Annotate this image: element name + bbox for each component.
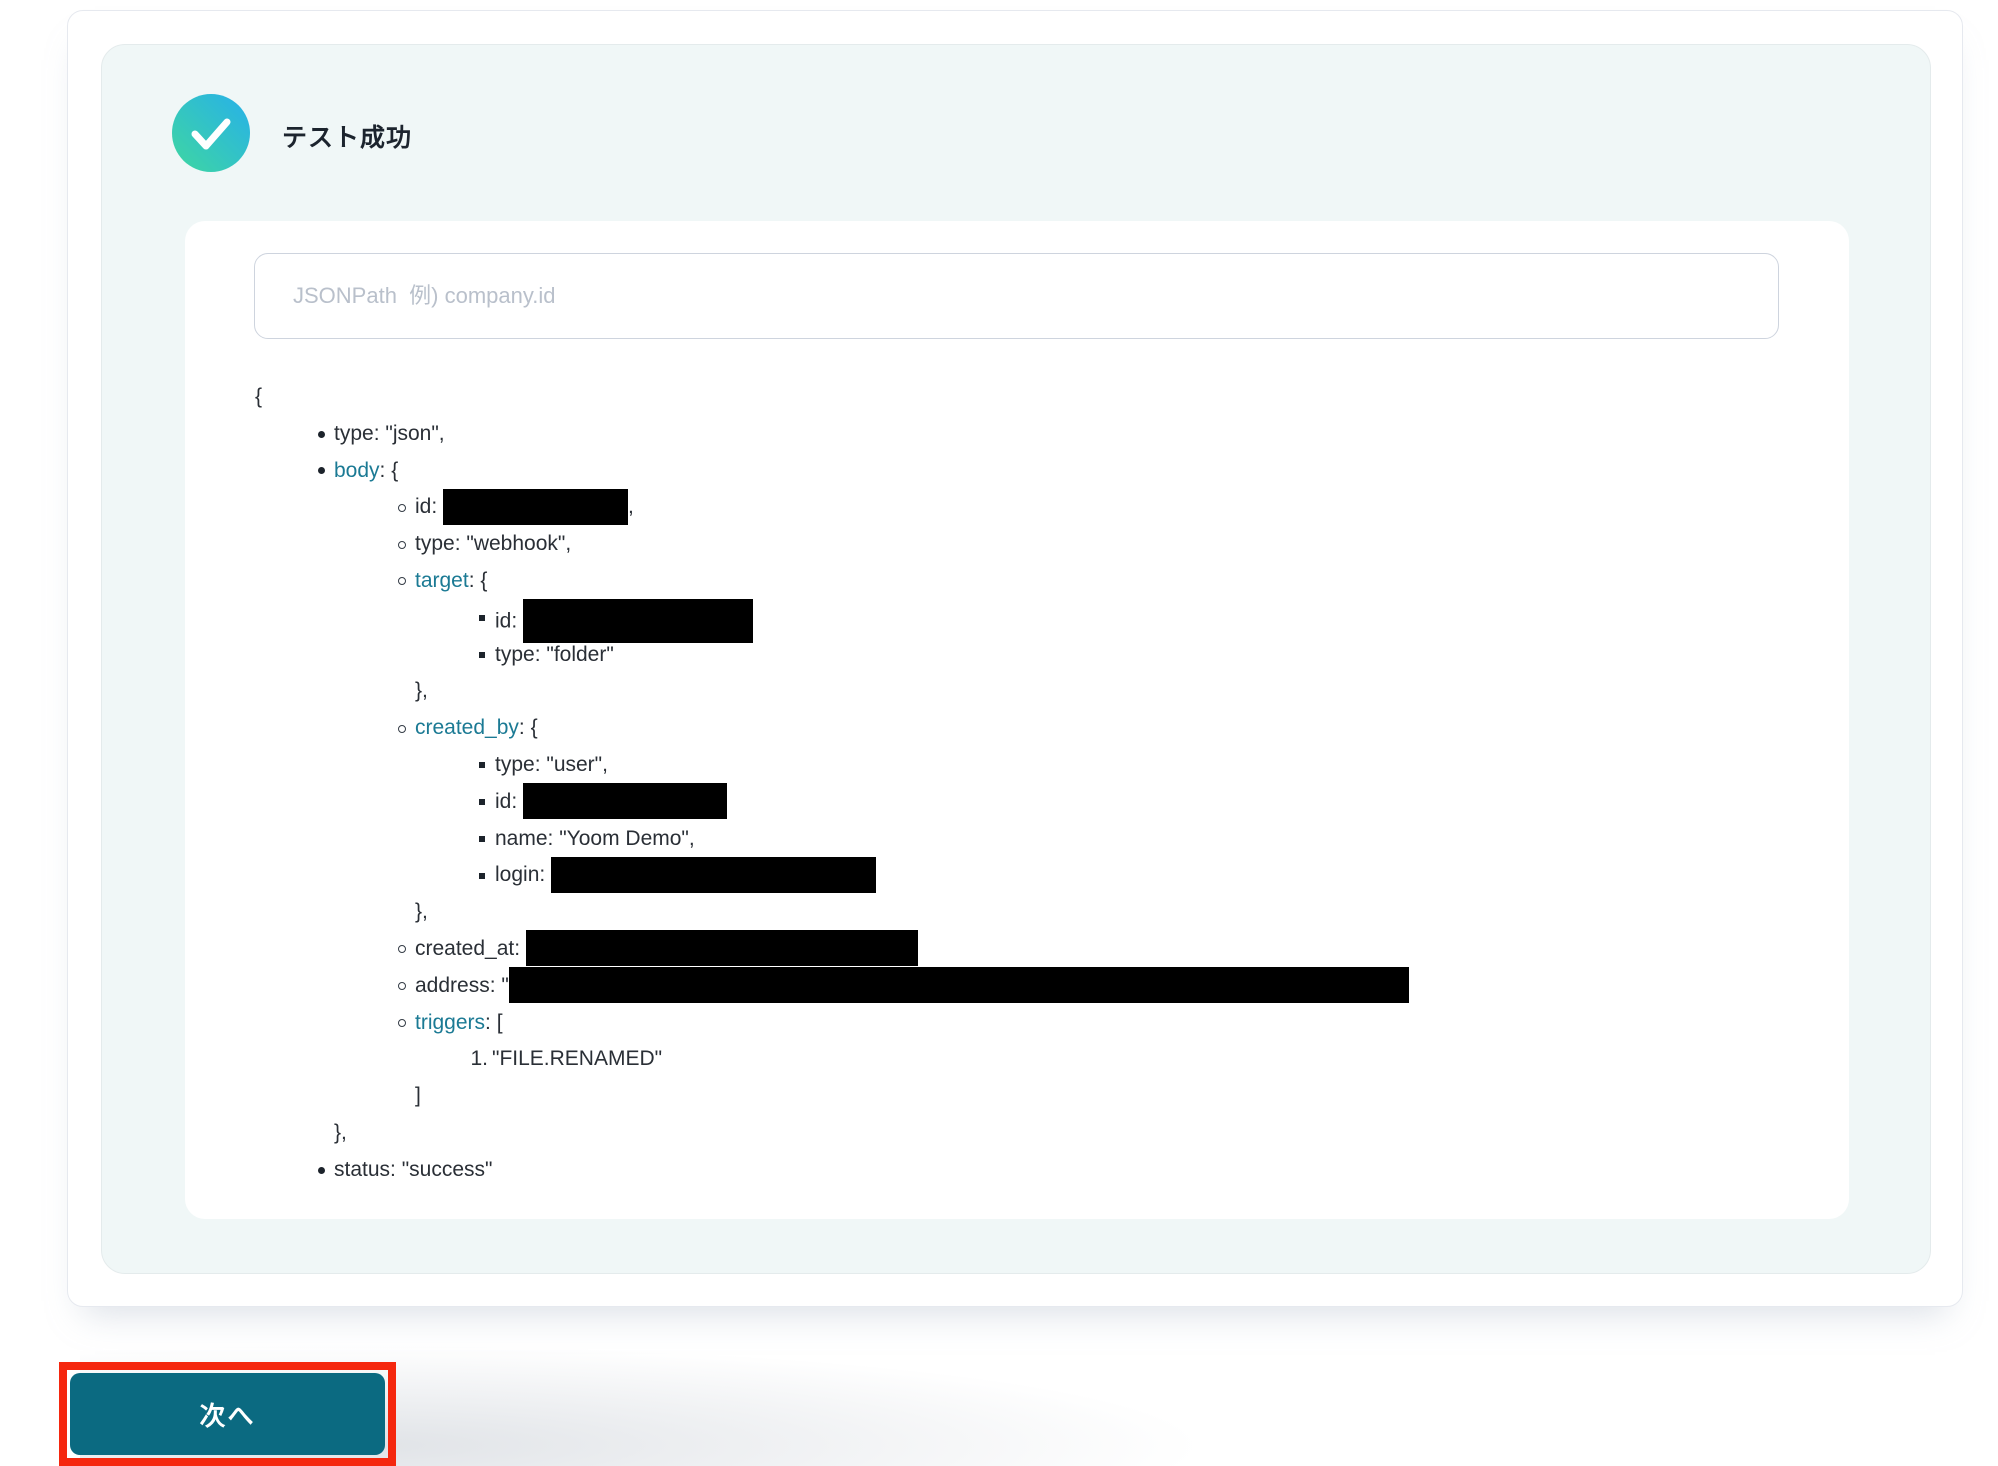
json-text: type: "webhook", [415, 532, 571, 555]
page: { "header": { "title": "テスト成功" }, "searc… [0, 0, 1998, 1466]
json-line: type: "folder" [185, 637, 1829, 674]
json-line: login: [185, 857, 1829, 894]
bullet-square-marker [473, 857, 491, 894]
test-success-section: テスト成功 {type: "json",body: {id: ,type: "w… [101, 44, 1931, 1274]
json-text: id: [415, 495, 443, 518]
json-line: { [185, 379, 1829, 416]
bullet-circle-marker [393, 968, 411, 1005]
bullet-circle-marker [393, 931, 411, 968]
bullet-square-marker [473, 821, 491, 858]
json-line: 1."FILE.RENAMED" [185, 1041, 1829, 1078]
json-text: name: "Yoom Demo", [495, 827, 695, 850]
json-line: created_by: { [185, 710, 1829, 747]
json-line: id: [185, 784, 1829, 821]
json-text: : [ [485, 1011, 503, 1034]
json-text: : { [519, 716, 538, 739]
json-text: type: "user", [495, 753, 608, 776]
bullet-disc-marker [312, 453, 330, 490]
json-line: body: { [185, 453, 1829, 490]
json-key-link[interactable]: created_by [415, 716, 519, 739]
json-text: id: [495, 790, 523, 813]
json-text: address: " [415, 974, 509, 997]
json-line: }, [185, 673, 1829, 710]
json-text: type: "json", [334, 422, 445, 445]
json-line: status: "success" [185, 1152, 1829, 1189]
bullet-circle-marker [393, 710, 411, 747]
json-text: ] [415, 1084, 421, 1107]
json-line: type: "user", [185, 747, 1829, 784]
bullet-square-marker [473, 637, 491, 674]
json-text: id: [495, 609, 523, 632]
json-tree: {type: "json",body: {id: ,type: "webhook… [185, 379, 1829, 1189]
json-text: }, [415, 679, 428, 702]
test-success-title: テスト成功 [282, 118, 412, 154]
json-line: }, [185, 1115, 1829, 1152]
json-text: { [255, 385, 262, 408]
json-line: type: "webhook", [185, 526, 1829, 563]
json-line: name: "Yoom Demo", [185, 821, 1829, 858]
bullet-circle-marker [393, 489, 411, 526]
annotation-highlight-box: 次へ [59, 1362, 396, 1466]
json-line: id: , [185, 489, 1829, 526]
bullet-disc-marker [312, 1152, 330, 1189]
json-line: created_at: [185, 931, 1829, 968]
list-number-marker: 1. [462, 1041, 488, 1078]
json-output-panel: {type: "json",body: {id: ,type: "webhook… [185, 221, 1849, 1219]
json-line: triggers: [ [185, 1005, 1829, 1042]
json-line: ] [185, 1078, 1829, 1115]
redacted-value [551, 857, 876, 893]
json-text: : { [469, 569, 488, 592]
redacted-value [443, 489, 628, 525]
bullet-square-marker [473, 600, 491, 637]
redacted-value [509, 967, 1409, 1003]
redacted-value [526, 930, 918, 966]
bullet-circle-marker [393, 526, 411, 563]
json-line: id: [185, 600, 1829, 637]
json-text: created_at: [415, 937, 526, 960]
jsonpath-input[interactable] [254, 253, 1779, 339]
json-line: }, [185, 894, 1829, 931]
json-text: , [628, 495, 634, 518]
json-key-link[interactable]: body [334, 459, 380, 482]
json-key-link[interactable]: target [415, 569, 469, 592]
json-text: : { [380, 459, 399, 482]
test-result-card: テスト成功 {type: "json",body: {id: ,type: "w… [67, 10, 1963, 1307]
json-text: }, [415, 900, 428, 923]
json-text: "FILE.RENAMED" [492, 1047, 662, 1070]
json-text: status: "success" [334, 1158, 492, 1181]
bullet-circle-marker [393, 1005, 411, 1042]
json-line: type: "json", [185, 416, 1829, 453]
json-text: login: [495, 863, 551, 886]
redacted-value [523, 783, 727, 819]
bullet-disc-marker [312, 416, 330, 453]
success-check-icon [172, 94, 250, 172]
json-text: }, [334, 1121, 347, 1144]
bullet-square-marker [473, 747, 491, 784]
json-line: target: { [185, 563, 1829, 600]
bullet-square-marker [473, 784, 491, 821]
next-button[interactable]: 次へ [70, 1373, 385, 1455]
json-line: address: " [185, 968, 1829, 1005]
bullet-circle-marker [393, 563, 411, 600]
json-text: type: "folder" [495, 643, 614, 666]
json-key-link[interactable]: triggers [415, 1011, 485, 1034]
